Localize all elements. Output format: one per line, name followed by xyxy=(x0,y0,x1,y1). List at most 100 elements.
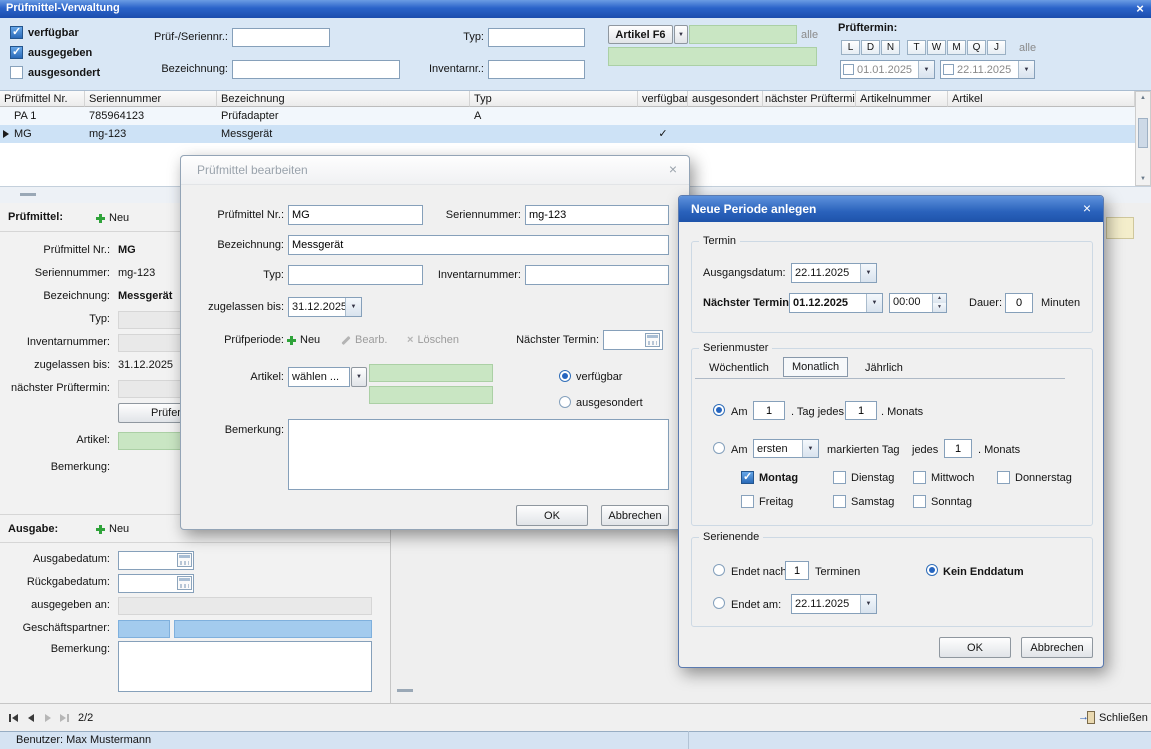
scroll-up-icon[interactable] xyxy=(1136,94,1150,102)
date-to-combo[interactable]: 22.11.2025 xyxy=(940,60,1035,79)
edit-seriennummer-input[interactable] xyxy=(525,205,669,225)
mittwoch-checkbox[interactable] xyxy=(913,471,926,484)
periode-neu-button[interactable]: Neu xyxy=(287,332,320,348)
am-monat-input[interactable] xyxy=(845,401,877,420)
periode-ok-button[interactable]: OK xyxy=(939,637,1011,658)
filter-verfuegbar-row[interactable]: verfügbar xyxy=(10,26,79,39)
am-tag-input[interactable] xyxy=(753,401,785,420)
chevron-down-icon[interactable] xyxy=(1018,61,1034,78)
column-header-pruefmittel-nr[interactable]: Prüfmittel Nr. xyxy=(0,91,85,107)
bottom-splitter-handle[interactable] xyxy=(397,689,413,692)
endet-nach-input[interactable] xyxy=(785,561,809,580)
column-header-bezeichnung[interactable]: Bezeichnung xyxy=(217,91,470,107)
table-cell[interactable] xyxy=(856,125,948,143)
table-cell[interactable] xyxy=(763,125,856,143)
sonntag-label[interactable]: Sonntag xyxy=(931,496,972,508)
filter-ausgegeben-row[interactable]: ausgegeben xyxy=(10,46,92,59)
artikel-dropdown-icon[interactable] xyxy=(674,25,688,44)
dialog-edit-close-icon[interactable] xyxy=(665,162,681,178)
edit-nr-input[interactable] xyxy=(288,205,423,225)
column-header-naechster-prueftermin[interactable]: nächster Prüftermin xyxy=(763,91,856,107)
naechster-termin-combo[interactable]: 01.12.2025 xyxy=(789,293,883,313)
edit-ok-button[interactable]: OK xyxy=(516,505,588,526)
am-tag-radio-label[interactable]: Am xyxy=(731,406,748,418)
weekday-mittwoch[interactable]: Mittwoch xyxy=(913,471,974,484)
dauer-input[interactable] xyxy=(1005,293,1033,313)
column-header-seriennummer[interactable]: Seriennummer xyxy=(85,91,217,107)
endet-am-radio[interactable] xyxy=(713,597,725,609)
table-cell[interactable]: 785964123 xyxy=(85,107,217,125)
table-cell[interactable]: PA 1 xyxy=(0,107,85,125)
am-markierten-radio-label[interactable]: Am xyxy=(731,444,748,456)
table-cell[interactable] xyxy=(638,107,688,125)
ausgabe-bemerkung-textarea[interactable] xyxy=(118,641,372,692)
edit-abbrechen-button[interactable]: Abbrechen xyxy=(601,505,669,526)
chevron-down-icon[interactable] xyxy=(345,298,361,316)
filter-inventarnr-input[interactable] xyxy=(488,60,585,79)
mittwoch-label[interactable]: Mittwoch xyxy=(931,472,974,484)
samstag-label[interactable]: Samstag xyxy=(851,496,894,508)
table-cell[interactable] xyxy=(470,125,638,143)
table-cell-check[interactable]: ✓ xyxy=(638,125,688,143)
weekday-montag[interactable]: Montag xyxy=(741,471,798,484)
calendar-icon[interactable] xyxy=(177,553,192,567)
samstag-checkbox[interactable] xyxy=(833,495,846,508)
table-row[interactable]: PA 1 785964123 Prüfadapter A xyxy=(0,107,1135,125)
artikel-filter-field-2[interactable] xyxy=(608,47,817,66)
table-row-selected[interactable]: MG mg-123 Messgerät ✓ xyxy=(0,125,1135,143)
table-cell[interactable]: MG xyxy=(0,125,85,143)
weekday-freitag[interactable]: Freitag xyxy=(741,495,793,508)
edit-typ-input[interactable] xyxy=(288,265,423,285)
periode-abbrechen-button[interactable]: Abbrechen xyxy=(1021,637,1093,658)
filter-bezeichnung-input[interactable] xyxy=(232,60,400,79)
date-from-combo[interactable]: 01.01.2025 xyxy=(840,60,935,79)
am-tag-radio[interactable] xyxy=(713,404,725,416)
weekday-samstag[interactable]: Samstag xyxy=(833,495,894,508)
ausgesondert-checkbox[interactable] xyxy=(10,66,23,79)
kein-enddatum-radio[interactable] xyxy=(926,564,938,576)
table-cell[interactable] xyxy=(763,107,856,125)
scrollbar-thumb[interactable] xyxy=(1138,118,1148,148)
artikel-f6-button[interactable]: Artikel F6 xyxy=(608,25,673,44)
chevron-down-icon[interactable] xyxy=(918,61,934,78)
verfuegbar-radio-label[interactable]: verfügbar xyxy=(576,371,622,383)
pruefmittel-neu-button[interactable]: Neu xyxy=(96,210,129,226)
verfuegbar-checkbox[interactable] xyxy=(10,26,23,39)
freitag-label[interactable]: Freitag xyxy=(759,496,793,508)
periode-bearb-button[interactable]: Bearb. xyxy=(341,332,387,348)
edit-bemerkung-textarea[interactable] xyxy=(288,419,669,490)
period-button-w[interactable]: W xyxy=(927,40,946,55)
table-cell[interactable]: Prüfadapter xyxy=(217,107,470,125)
nav-next-icon[interactable] xyxy=(40,710,55,725)
period-button-q[interactable]: Q xyxy=(967,40,986,55)
column-header-typ[interactable]: Typ xyxy=(470,91,638,107)
artikel-filter-field-1[interactable] xyxy=(689,25,797,44)
date-to-checkbox[interactable] xyxy=(943,64,954,75)
dialog-periode-close-icon[interactable] xyxy=(1079,201,1095,217)
period-button-t[interactable]: T xyxy=(907,40,926,55)
spin-up-icon[interactable]: ▲ xyxy=(933,294,946,303)
verfuegbar-checkbox-label[interactable]: verfügbar xyxy=(28,27,79,39)
chevron-down-icon[interactable] xyxy=(860,595,876,613)
chevron-down-icon[interactable] xyxy=(802,440,818,457)
ausgegeben-checkbox[interactable] xyxy=(10,46,23,59)
spin-down-icon[interactable]: ▼ xyxy=(933,303,946,312)
endet-nach-radio[interactable] xyxy=(713,564,725,576)
uhrzeit-spinner[interactable]: 00:00 ▲▼ xyxy=(889,293,947,313)
verfuegbar-radio[interactable] xyxy=(559,370,571,382)
edit-inventarnummer-input[interactable] xyxy=(525,265,669,285)
column-header-verfuegbar[interactable]: verfügbar xyxy=(638,91,688,107)
ausgesondert-checkbox-label[interactable]: ausgesondert xyxy=(28,67,100,79)
montag-label[interactable]: Montag xyxy=(759,472,798,484)
ausgegeben-checkbox-label[interactable]: ausgegeben xyxy=(28,47,92,59)
freitag-checkbox[interactable] xyxy=(741,495,754,508)
kein-enddatum-label[interactable]: Kein Enddatum xyxy=(943,566,1024,578)
endet-am-combo[interactable]: 22.11.2025 xyxy=(791,594,877,614)
dienstag-label[interactable]: Dienstag xyxy=(851,472,894,484)
ausgesondert-radio[interactable] xyxy=(559,396,571,408)
artikel-waehlen-combo[interactable]: wählen ... xyxy=(288,367,350,387)
dienstag-checkbox[interactable] xyxy=(833,471,846,484)
chevron-down-icon[interactable] xyxy=(866,294,882,312)
column-header-ausgesondert[interactable]: ausgesondert xyxy=(688,91,763,107)
period-button-d[interactable]: D xyxy=(861,40,880,55)
